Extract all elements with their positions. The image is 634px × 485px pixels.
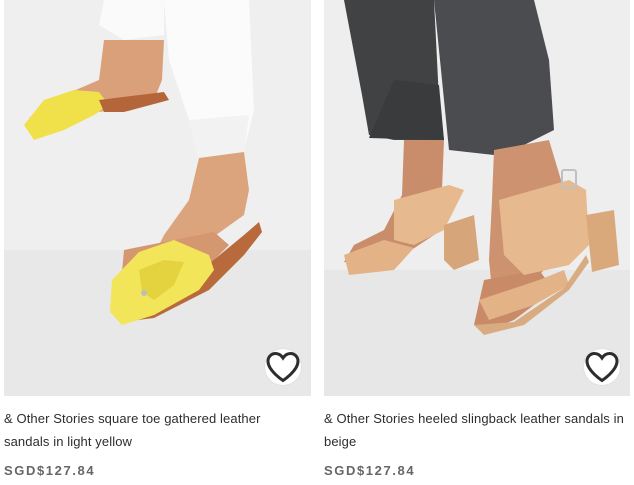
wishlist-button[interactable] bbox=[584, 349, 620, 385]
beige-sandals-photo bbox=[324, 0, 630, 396]
product-card[interactable]: & Other Stories square toe gathered leat… bbox=[4, 0, 311, 478]
product-price: SGD$127.84 bbox=[4, 463, 96, 478]
product-title[interactable]: & Other Stories heeled slingback leather… bbox=[324, 407, 630, 453]
yellow-sandals-photo bbox=[4, 0, 311, 396]
product-image[interactable] bbox=[4, 0, 311, 396]
product-price: SGD$127.84 bbox=[324, 463, 416, 478]
wishlist-button[interactable] bbox=[265, 349, 301, 385]
heart-outline-icon bbox=[585, 351, 619, 383]
product-title[interactable]: & Other Stories square toe gathered leat… bbox=[4, 407, 311, 453]
product-grid: & Other Stories square toe gathered leat… bbox=[0, 0, 634, 485]
heart-outline-icon bbox=[266, 351, 300, 383]
product-card[interactable]: & Other Stories heeled slingback leather… bbox=[324, 0, 630, 478]
product-image[interactable] bbox=[324, 0, 630, 396]
